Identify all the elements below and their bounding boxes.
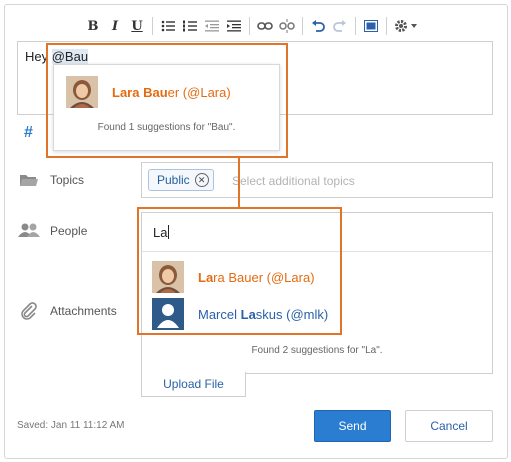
link-icon[interactable]: [254, 15, 276, 37]
paperclip-icon: [21, 302, 37, 320]
outdent-icon[interactable]: [201, 15, 223, 37]
topic-chip-label: Public: [157, 173, 190, 187]
toolbar-separator: [152, 17, 153, 35]
toolbar-separator: [302, 17, 303, 35]
upload-file-button[interactable]: Upload File: [141, 372, 246, 397]
source-icon[interactable]: [360, 15, 382, 37]
toolbar-separator: [386, 17, 387, 35]
people-label: People: [50, 224, 88, 238]
highlight-box-people: [137, 207, 342, 335]
undo-icon[interactable]: [307, 15, 329, 37]
hashtag-icon[interactable]: #: [24, 124, 33, 142]
toolbar-separator: [249, 17, 250, 35]
attachments-label: Attachments: [50, 304, 117, 318]
remove-chip-icon[interactable]: ✕: [194, 173, 209, 187]
editor-toolbar: B I U: [82, 14, 421, 38]
highlight-box-mention: [46, 43, 288, 158]
settings-icon[interactable]: [391, 15, 421, 37]
bold-button[interactable]: B: [82, 15, 104, 37]
underline-button[interactable]: U: [126, 15, 148, 37]
topics-placeholder: Select additional topics: [232, 174, 355, 188]
indent-icon[interactable]: [223, 15, 245, 37]
suggestions-count: Found 2 suggestions for "La".: [251, 345, 383, 356]
bulleted-list-icon[interactable]: [157, 15, 179, 37]
unlink-icon[interactable]: [276, 15, 298, 37]
folder-icon: [20, 175, 38, 186]
saved-status: Saved: Jan 11 11:12 AM: [17, 420, 125, 431]
italic-button[interactable]: I: [104, 15, 126, 37]
cancel-button[interactable]: Cancel: [405, 410, 493, 442]
people-icon: [18, 223, 40, 237]
toolbar-separator: [355, 17, 356, 35]
topics-field[interactable]: Public ✕ Select additional topics: [141, 162, 493, 198]
topics-label: Topics: [50, 173, 85, 187]
redo-icon[interactable]: [329, 15, 351, 37]
send-button[interactable]: Send: [314, 410, 391, 442]
numbered-list-icon[interactable]: [179, 15, 201, 37]
highlight-connector: [238, 156, 240, 208]
topic-chip[interactable]: Public ✕: [148, 169, 214, 191]
